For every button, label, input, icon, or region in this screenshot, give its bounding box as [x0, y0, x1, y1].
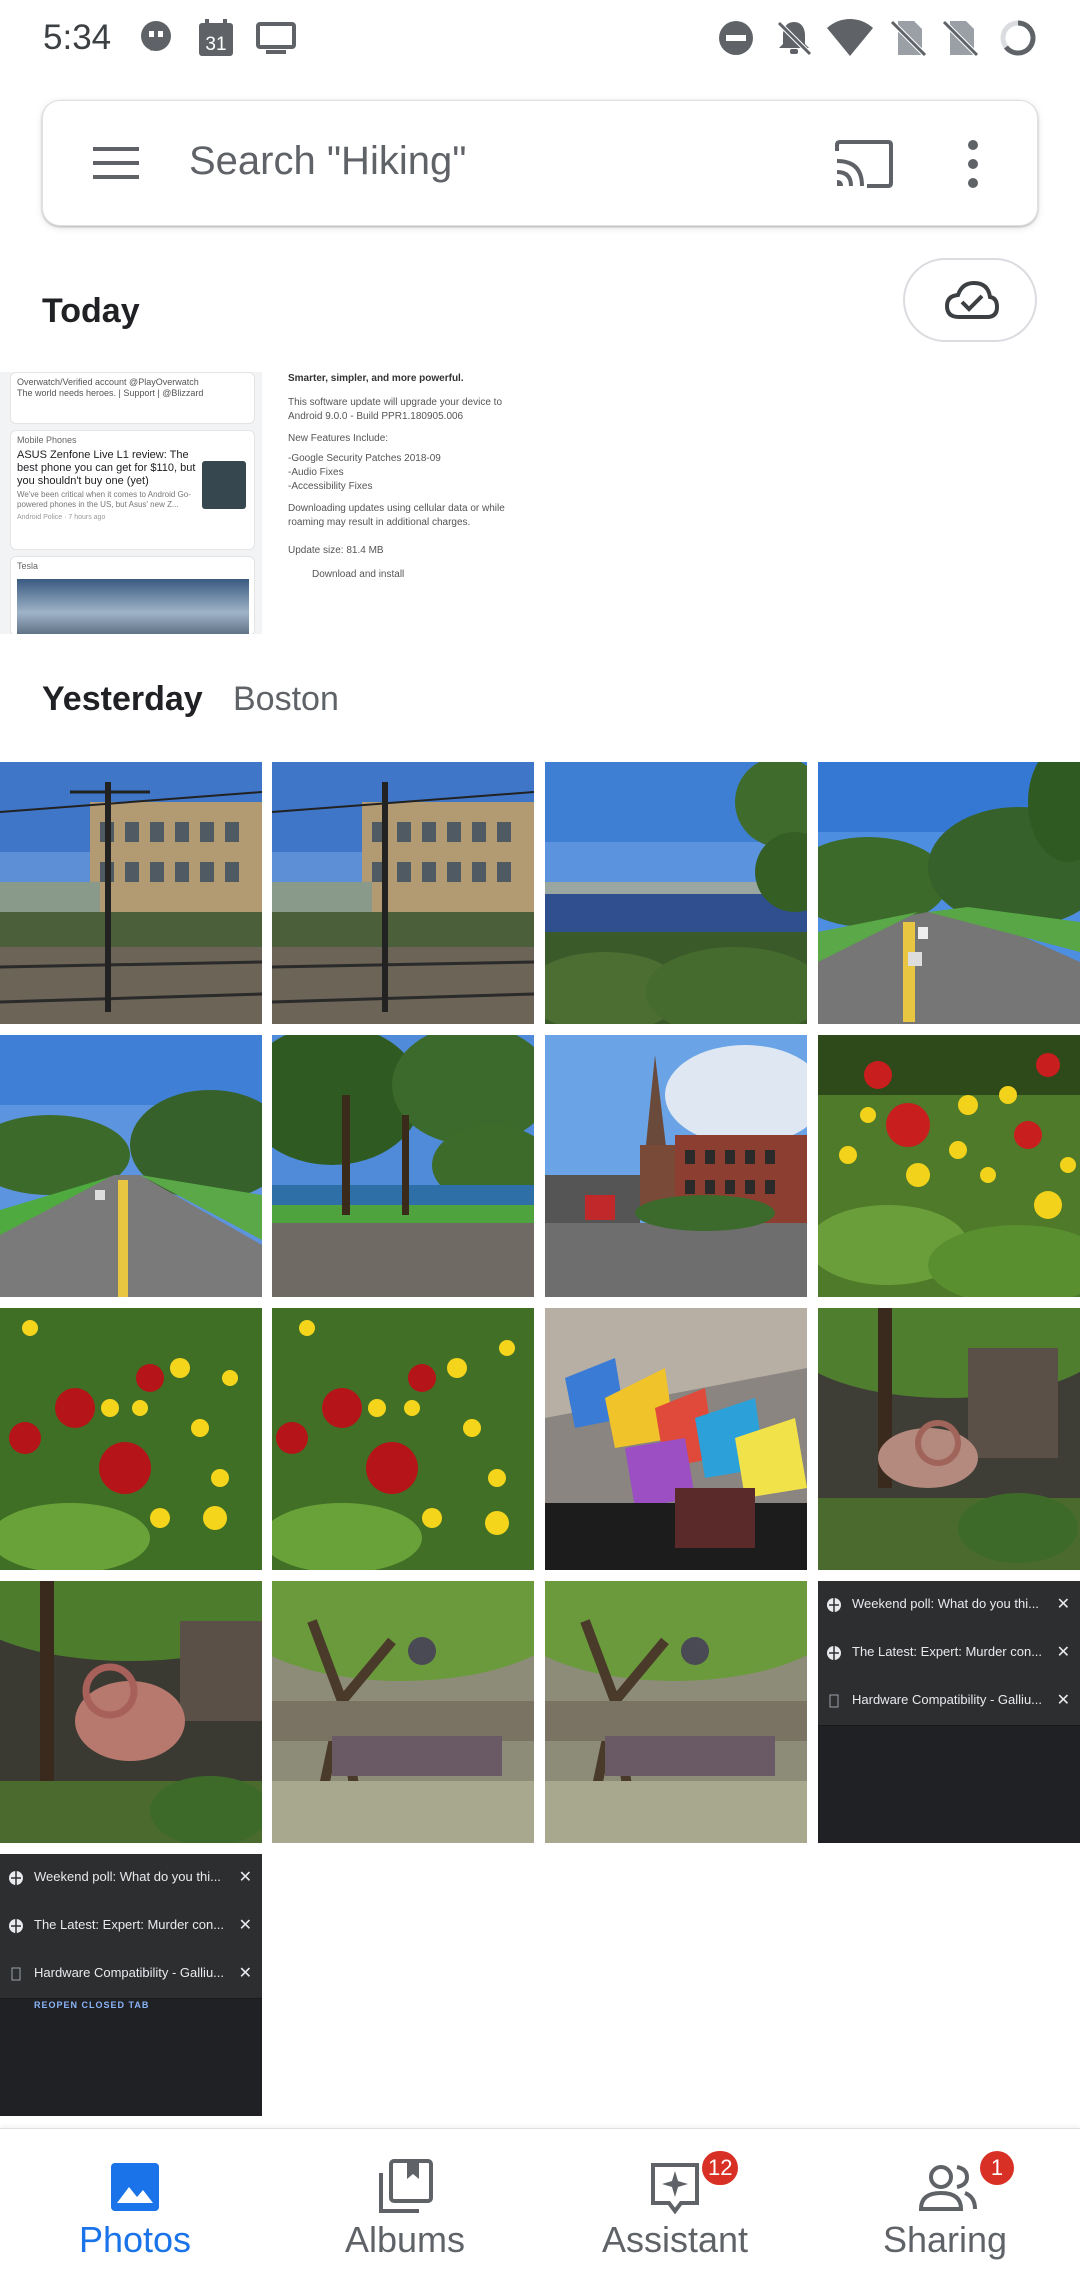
close-icon: ✕ — [238, 1965, 252, 1982]
nav-assistant-label: Assistant — [601, 2219, 749, 2260]
no-sim-icon-2 — [942, 20, 979, 57]
photo-thumbnail[interactable] — [272, 1581, 534, 1843]
update-size: Update size: 81.4 MB — [288, 545, 384, 556]
cast-screen-icon — [256, 22, 296, 54]
assistant-icon — [651, 2163, 699, 2215]
photo-thumbnail[interactable] — [272, 1308, 534, 1570]
globe-icon — [9, 1919, 23, 1933]
globe-icon — [827, 1598, 841, 1612]
feed-card1-body: We've been critical when it comes to And… — [17, 490, 191, 509]
photo-thumbnail[interactable] — [818, 1035, 1080, 1297]
tab-row: Weekend poll: What do you thi... ✕ — [818, 1581, 1080, 1630]
more-options-icon[interactable] — [963, 139, 983, 189]
photo-thumbnail[interactable] — [0, 1035, 262, 1297]
globe-icon — [9, 1871, 23, 1885]
search-input[interactable]: Search "Hiking" — [189, 139, 466, 184]
reopen-closed-tab-label: REOPEN CLOSED TAB — [34, 2000, 150, 2010]
status-time: 5:34 — [43, 18, 112, 57]
close-icon: ✕ — [1056, 1596, 1070, 1613]
page-icon — [829, 1694, 839, 1708]
photo-thumbnail[interactable] — [545, 1581, 807, 1843]
update-line1: This software update will upgrade your d… — [288, 397, 503, 422]
update-feature-2: -Audio Fixes — [288, 467, 344, 478]
nav-photos-label: Photos — [78, 2219, 192, 2260]
screenshot-tabs-thumbnail[interactable]: Weekend poll: What do you thi... ✕ The L… — [0, 1854, 262, 2116]
tab-title: The Latest: Expert: Murder con... — [34, 1917, 225, 1932]
assistant-badge: 12 — [702, 2151, 739, 2185]
wifi-icon — [827, 19, 873, 56]
do-not-disturb-icon — [719, 21, 753, 55]
tab-title: The Latest: Expert: Murder con... — [852, 1644, 1043, 1659]
nav-albums[interactable]: Albums — [270, 2129, 540, 2281]
section-today-label: Today — [42, 292, 140, 330]
cloud-done-icon — [945, 280, 999, 319]
close-icon: ✕ — [238, 1917, 252, 1934]
tab-row: Weekend poll: What do you thi... ✕ — [0, 1854, 262, 1903]
photo-thumbnail[interactable] — [0, 1308, 262, 1570]
section-yesterday-label: Yesterday — [42, 680, 203, 718]
nav-photos[interactable]: Photos — [0, 2129, 270, 2281]
battery-icon — [1000, 20, 1036, 56]
section-location-label: Boston — [233, 680, 339, 718]
photo-thumbnail[interactable] — [272, 1035, 534, 1297]
tab-title: Hardware Compatibility - Galliu... — [852, 1692, 1043, 1707]
nav-albums-label: Albums — [344, 2219, 466, 2260]
nav-assistant[interactable]: 12 Assistant — [540, 2129, 810, 2281]
screenshot-tabs-thumbnail[interactable]: Weekend poll: What do you thi... ✕ The L… — [818, 1581, 1080, 1843]
tab-title: Weekend poll: What do you thi... — [852, 1596, 1039, 1611]
close-icon: ✕ — [238, 1869, 252, 1886]
feed-top-line: Overwatch/Verified account @PlayOverwatc… — [17, 377, 199, 387]
photo-thumbnail[interactable] — [818, 1308, 1080, 1570]
update-heading: Smarter, simpler, and more powerful. — [288, 373, 464, 384]
nav-sharing-label: Sharing — [882, 2219, 1008, 2260]
tab-row: The Latest: Expert: Murder con... ✕ — [0, 1902, 262, 1951]
update-feature-3: -Accessibility Fixes — [288, 481, 373, 492]
status-bar: 5:34 31 — [0, 0, 1080, 80]
feed-top-line2: The world needs heroes. | Support | @Bli… — [17, 388, 204, 398]
nav-sharing[interactable]: 1 Sharing — [810, 2129, 1080, 2281]
notifications-off-icon — [777, 21, 812, 56]
photo-thumbnail[interactable] — [545, 1035, 807, 1297]
update-note: Downloading updates using cellular data … — [288, 503, 505, 528]
photo-thumbnail[interactable] — [545, 762, 807, 1024]
globe-icon — [827, 1646, 841, 1660]
page-icon — [11, 1967, 21, 1981]
bottom-navigation: Photos Albums 12 Assistant 1 Sharing — [0, 2128, 1080, 2281]
photo-thumbnail[interactable] — [545, 1308, 807, 1570]
calendar-icon: 31 — [199, 19, 233, 56]
photo-thumbnail[interactable] — [0, 762, 262, 1024]
menu-icon[interactable] — [91, 143, 141, 183]
feed-card2-source: Tesla — [17, 561, 39, 571]
tab-row: The Latest: Expert: Murder con... ✕ — [818, 1629, 1080, 1678]
backup-button[interactable] — [903, 258, 1037, 342]
update-features-label: New Features Include: — [288, 433, 389, 444]
photo-thumbnail[interactable] — [818, 762, 1080, 1024]
tab-title: Weekend poll: What do you thi... — [34, 1869, 221, 1884]
feed-card1-image — [202, 461, 246, 509]
feed-card2-image — [17, 579, 249, 634]
no-sim-icon — [890, 20, 927, 57]
tab-row: Hardware Compatibility - Galliu... ✕ — [818, 1677, 1080, 1726]
screenshot-feed-thumbnail[interactable]: Overwatch/Verified account @PlayOverwatc… — [0, 372, 262, 634]
photos-icon — [111, 2163, 159, 2211]
hangouts-icon — [141, 21, 171, 51]
update-action: Download and install — [312, 569, 405, 580]
close-icon: ✕ — [1056, 1692, 1070, 1709]
feed-card1-title: ASUS Zenfone Live L1 review: The best ph… — [17, 449, 196, 487]
feed-card1-source: Mobile Phones — [17, 435, 77, 445]
photo-thumbnail[interactable] — [272, 762, 534, 1024]
calendar-day: 31 — [205, 34, 226, 55]
sharing-badge: 1 — [980, 2151, 1014, 2185]
tab-row: Hardware Compatibility - Galliu... ✕ — [0, 1950, 262, 1999]
photo-thumbnail[interactable] — [0, 1581, 262, 1843]
update-feature-1: -Google Security Patches 2018-09 — [288, 453, 441, 464]
tab-title: Hardware Compatibility - Galliu... — [34, 1965, 225, 1980]
screenshot-update-thumbnail[interactable]: Smarter, simpler, and more powerful. Thi… — [272, 372, 534, 634]
sharing-icon — [918, 2165, 977, 2211]
cast-icon[interactable] — [833, 139, 895, 189]
close-icon: ✕ — [1056, 1644, 1070, 1661]
albums-icon — [379, 2159, 433, 2213]
search-bar[interactable]: Search "Hiking" — [42, 100, 1038, 226]
feed-card1-meta: Android Police · 7 hours ago — [17, 514, 106, 521]
